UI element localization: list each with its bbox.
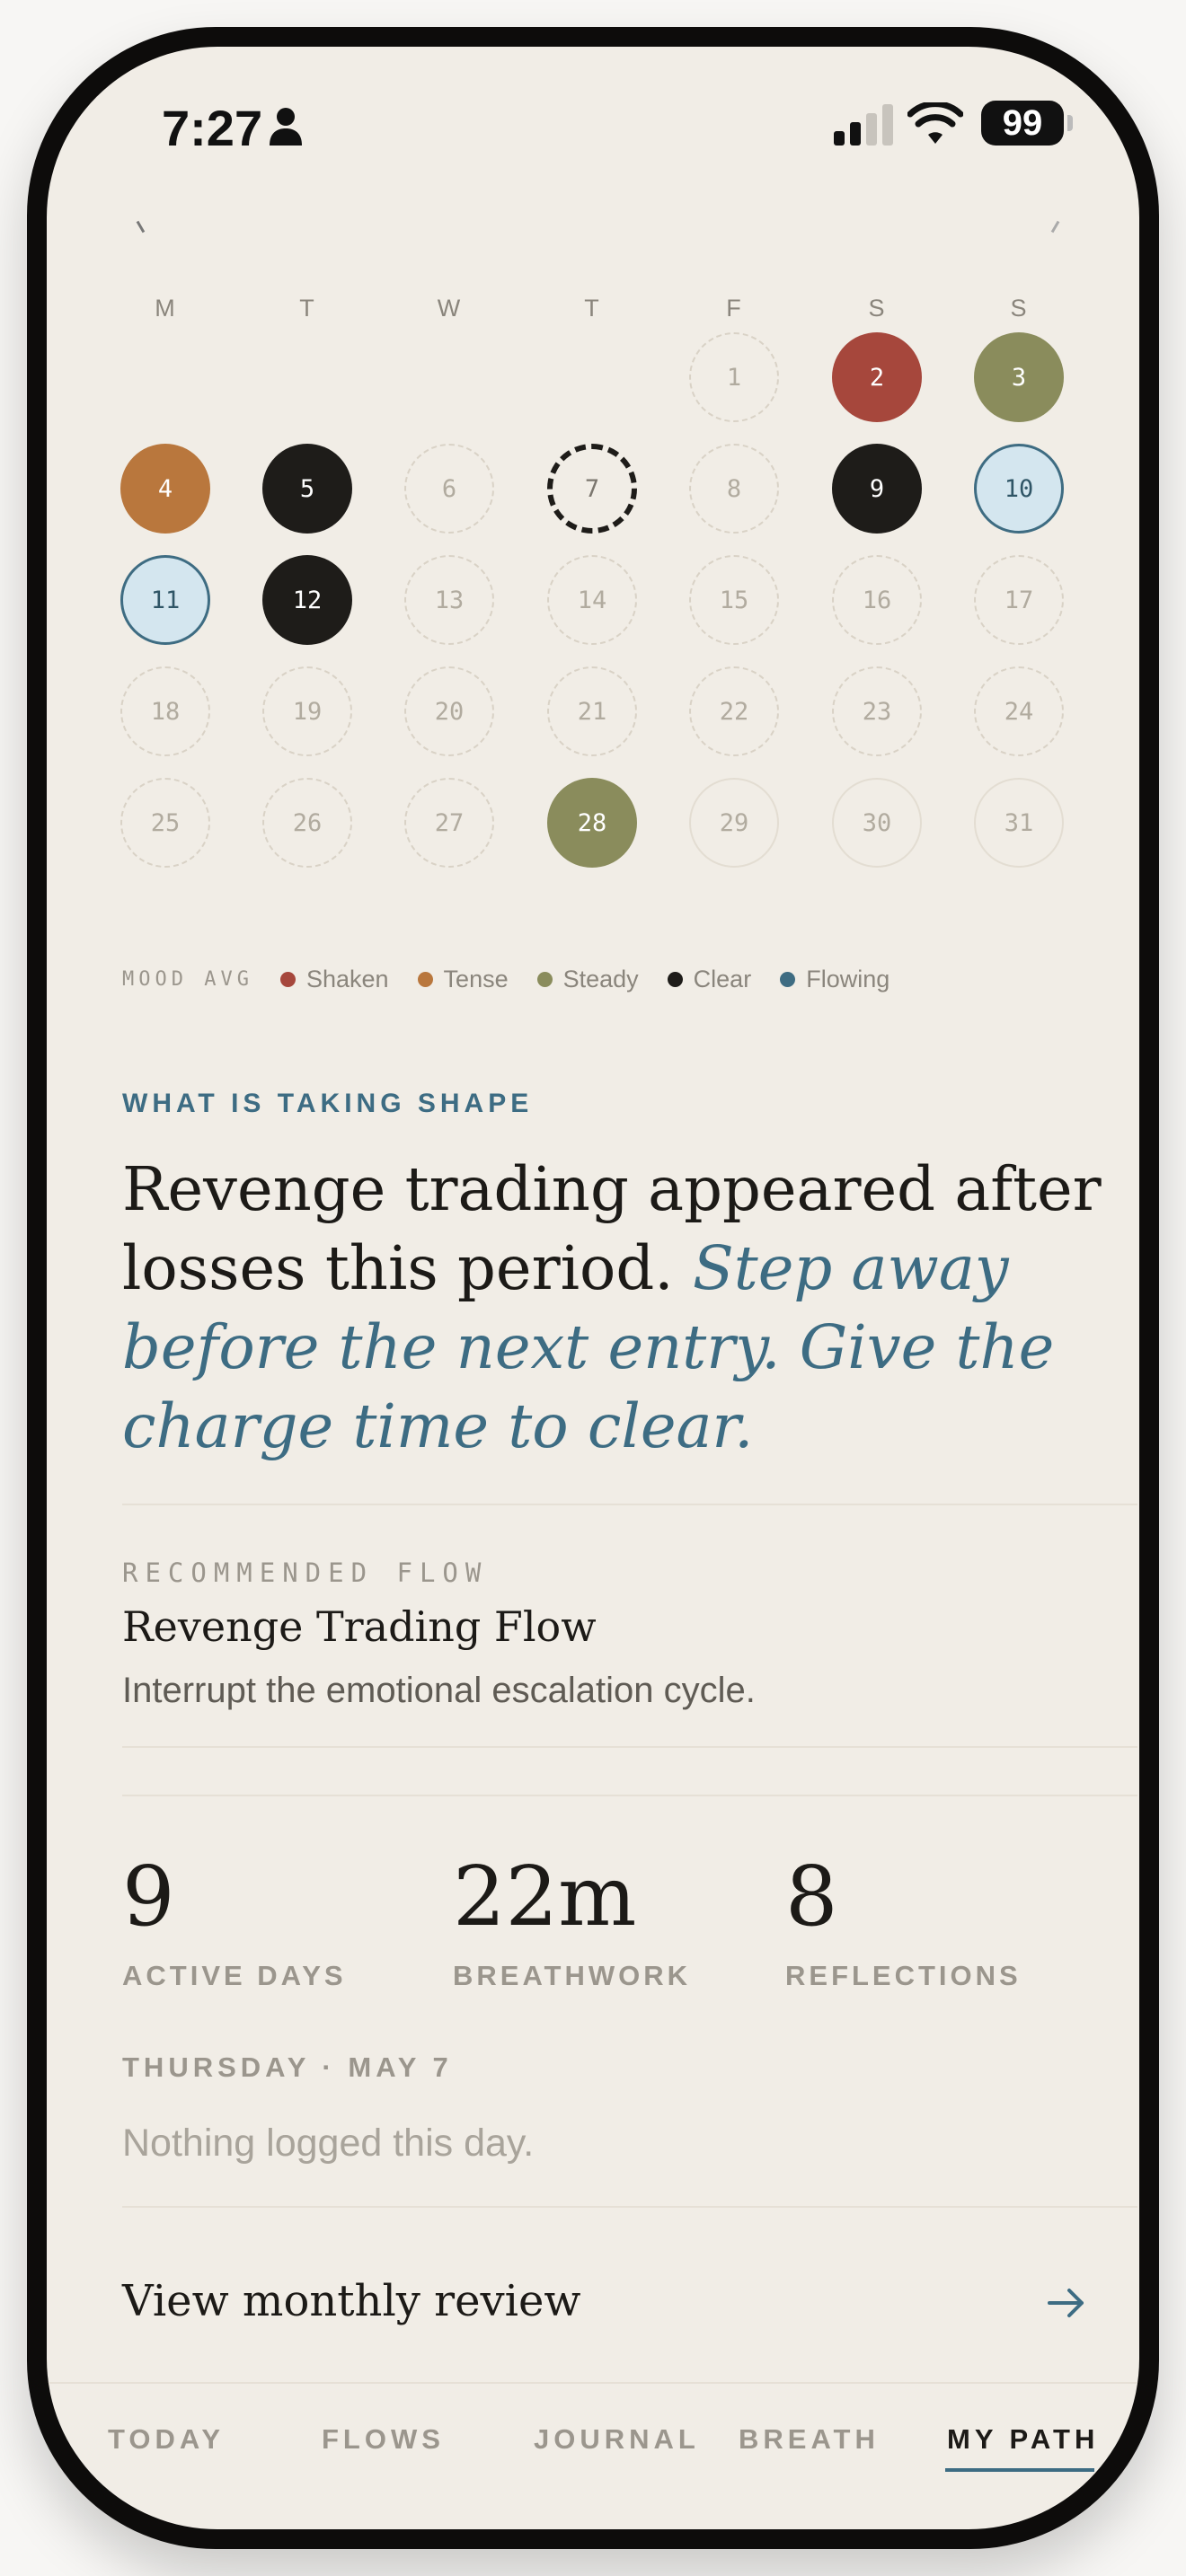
insight-text: Revenge trading appeared after losses th… [122, 1150, 1137, 1466]
legend-label: Steady [562, 965, 639, 992]
tab-flows[interactable]: FLOWS [322, 2423, 445, 2456]
tab-breath[interactable]: BREATH [739, 2423, 880, 2456]
calendar-day-5[interactable]: 5 [262, 444, 352, 534]
next-month-chevron-icon[interactable] [1040, 214, 1060, 234]
arrow-right-icon[interactable] [1046, 2285, 1085, 2321]
legend-item-shaken: Shaken [279, 965, 389, 993]
calendar-day-12[interactable]: 12 [262, 555, 352, 645]
legend-dot [417, 971, 433, 987]
legend-dot [279, 971, 296, 987]
recommended-flow-description: Interrupt the emotional escalation cycle… [122, 1671, 756, 1710]
selected-day-empty-text: Nothing logged this day. [122, 2122, 535, 2165]
prev-month-chevron-icon[interactable] [136, 214, 156, 234]
active-tab-indicator [945, 2468, 1094, 2472]
calendar-day-25[interactable]: 25 [120, 778, 210, 868]
divider [122, 2206, 1137, 2208]
screen: 7:27 99 MTWTFSS 1 2 3 4 5 6 7 8 9 10 11 12 13 14 15 16 1… [47, 47, 1139, 2529]
calendar-day-10[interactable]: 10 [974, 444, 1064, 534]
divider [122, 1746, 1137, 1748]
legend-item-clear: Clear [667, 965, 752, 993]
weekday-label: M [155, 295, 176, 322]
calendar-day-2[interactable]: 2 [832, 332, 922, 422]
battery-indicator: 99 [981, 101, 1064, 146]
legend-item-tense: Tense [417, 965, 509, 993]
calendar-day-22[interactable]: 22 [689, 666, 779, 756]
legend-dot [536, 971, 553, 987]
calendar-day-26[interactable]: 26 [262, 778, 352, 868]
legend-label: Shaken [305, 965, 389, 992]
calendar-day-3[interactable]: 3 [974, 332, 1064, 422]
calendar-day-17[interactable]: 17 [974, 555, 1064, 645]
calendar-day-16[interactable]: 16 [832, 555, 922, 645]
calendar-day-29[interactable]: 29 [689, 778, 779, 868]
stat-reflections-label: REFLECTIONS [785, 1960, 1022, 1991]
weekday-label: S [1010, 295, 1028, 322]
calendar-day-15[interactable]: 15 [689, 555, 779, 645]
stat-breathwork-label: BREATHWORK [453, 1960, 692, 1991]
tab-today[interactable]: TODAY [108, 2423, 225, 2456]
status-time: 7:27 [162, 100, 263, 156]
calendar-day-28[interactable]: 28 [547, 778, 637, 868]
divider [122, 1504, 1137, 1505]
tab-my-path[interactable]: MY PATH [947, 2423, 1099, 2456]
weekday-label: F [726, 295, 742, 322]
weekday-label: T [584, 295, 600, 322]
wifi-icon [907, 102, 963, 144]
selected-day-heading: THURSDAY · MAY 7 [122, 2051, 453, 2083]
stat-active-days-label: ACTIVE DAYS [122, 1960, 347, 1991]
tab-journal[interactable]: JOURNAL [534, 2423, 700, 2456]
legend-label: Flowing [806, 965, 890, 992]
calendar-day-18[interactable]: 18 [120, 666, 210, 756]
calendar-day-20[interactable]: 20 [404, 666, 494, 756]
legend-dot [667, 971, 683, 987]
calendar-day-31[interactable]: 31 [974, 778, 1064, 868]
legend-dot [780, 971, 796, 987]
weekday-label: W [437, 295, 462, 322]
legend-label: Tense [443, 965, 509, 992]
battery-cap [1067, 115, 1073, 131]
recommended-flow-label: RECOMMENDED FLOW [122, 1557, 489, 1588]
legend-item-steady: Steady [536, 965, 639, 993]
stat-active-days-value: 9 [122, 1848, 175, 1945]
divider [122, 1795, 1137, 1796]
calendar-day-8[interactable]: 8 [689, 444, 779, 534]
calendar-day-7[interactable]: 7 [547, 444, 637, 534]
cellular-signal-icon [834, 104, 893, 146]
calendar-day-30[interactable]: 30 [832, 778, 922, 868]
calendar-day-9[interactable]: 9 [832, 444, 922, 534]
calendar-day-6[interactable]: 6 [404, 444, 494, 534]
legend-title: MOOD AVG [122, 967, 253, 991]
stat-reflections-value: 8 [785, 1848, 838, 1945]
calendar-day-24[interactable]: 24 [974, 666, 1064, 756]
phone-frame: 7:27 99 MTWTFSS 1 2 3 4 5 6 7 8 9 10 11 12 13 14 15 16 1… [27, 27, 1159, 2549]
calendar-day-14[interactable]: 14 [547, 555, 637, 645]
person-icon [270, 108, 302, 146]
calendar-day-11[interactable]: 11 [120, 555, 210, 645]
stat-breathwork-value: 22m [453, 1848, 637, 1945]
legend-item-flowing: Flowing [780, 966, 890, 993]
calendar-day-1[interactable]: 1 [689, 332, 779, 422]
calendar-day-13[interactable]: 13 [404, 555, 494, 645]
legend-label: Clear [693, 965, 752, 992]
calendar-day-19[interactable]: 19 [262, 666, 352, 756]
calendar-day-27[interactable]: 27 [404, 778, 494, 868]
insight-eyebrow: WHAT IS TAKING SHAPE [122, 1089, 534, 1118]
weekday-label: T [299, 295, 315, 322]
calendar-day-23[interactable]: 23 [832, 666, 922, 756]
calendar-day-21[interactable]: 21 [547, 666, 637, 756]
view-monthly-review-link[interactable]: View monthly review [122, 2276, 581, 2326]
mood-legend: MOOD AVG Shaken Tense Steady Clear Flowing [122, 963, 918, 995]
bottom-tab-bar: TODAY FLOWS JOURNAL BREATH MY PATH [47, 2382, 1139, 2529]
recommended-flow-title[interactable]: Revenge Trading Flow [122, 1602, 597, 1651]
calendar-day-4[interactable]: 4 [120, 444, 210, 534]
weekday-label: S [868, 295, 886, 322]
